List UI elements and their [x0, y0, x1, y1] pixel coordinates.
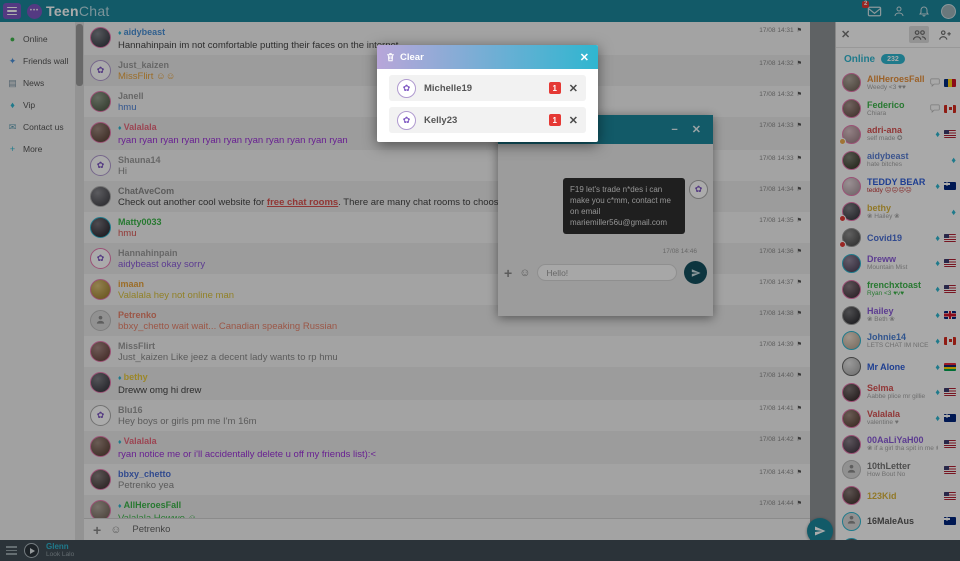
trash-icon: [386, 52, 395, 62]
avatar[interactable]: ✿: [397, 111, 416, 130]
conversation-user-name: Kelly23: [424, 115, 541, 126]
conversation-row[interactable]: ✿ Kelly23 1 ✕: [389, 107, 586, 133]
conversation-row[interactable]: ✿ Michelle19 1 ✕: [389, 75, 586, 101]
conversation-user-name: Michelle19: [424, 83, 541, 94]
default-avatar-icon: ✿: [403, 83, 411, 94]
teen-chat-app: ••• TeenChat 2 ●Online✦Friends wall▤News…: [0, 0, 960, 561]
clear-dialog-header: Clear ✕: [377, 45, 598, 69]
close-icon[interactable]: ✕: [580, 51, 589, 64]
unread-count-badge: 1: [549, 82, 561, 94]
remove-conversation-icon[interactable]: ✕: [569, 114, 578, 127]
default-avatar-icon: ✿: [403, 115, 411, 126]
dialog-title: Clear: [400, 52, 424, 63]
clear-dialog: Clear ✕ ✿ Michelle19 1 ✕ ✿ Kelly23 1 ✕: [377, 45, 598, 142]
remove-conversation-icon[interactable]: ✕: [569, 82, 578, 95]
avatar[interactable]: ✿: [397, 79, 416, 98]
unread-count-badge: 1: [549, 114, 561, 126]
